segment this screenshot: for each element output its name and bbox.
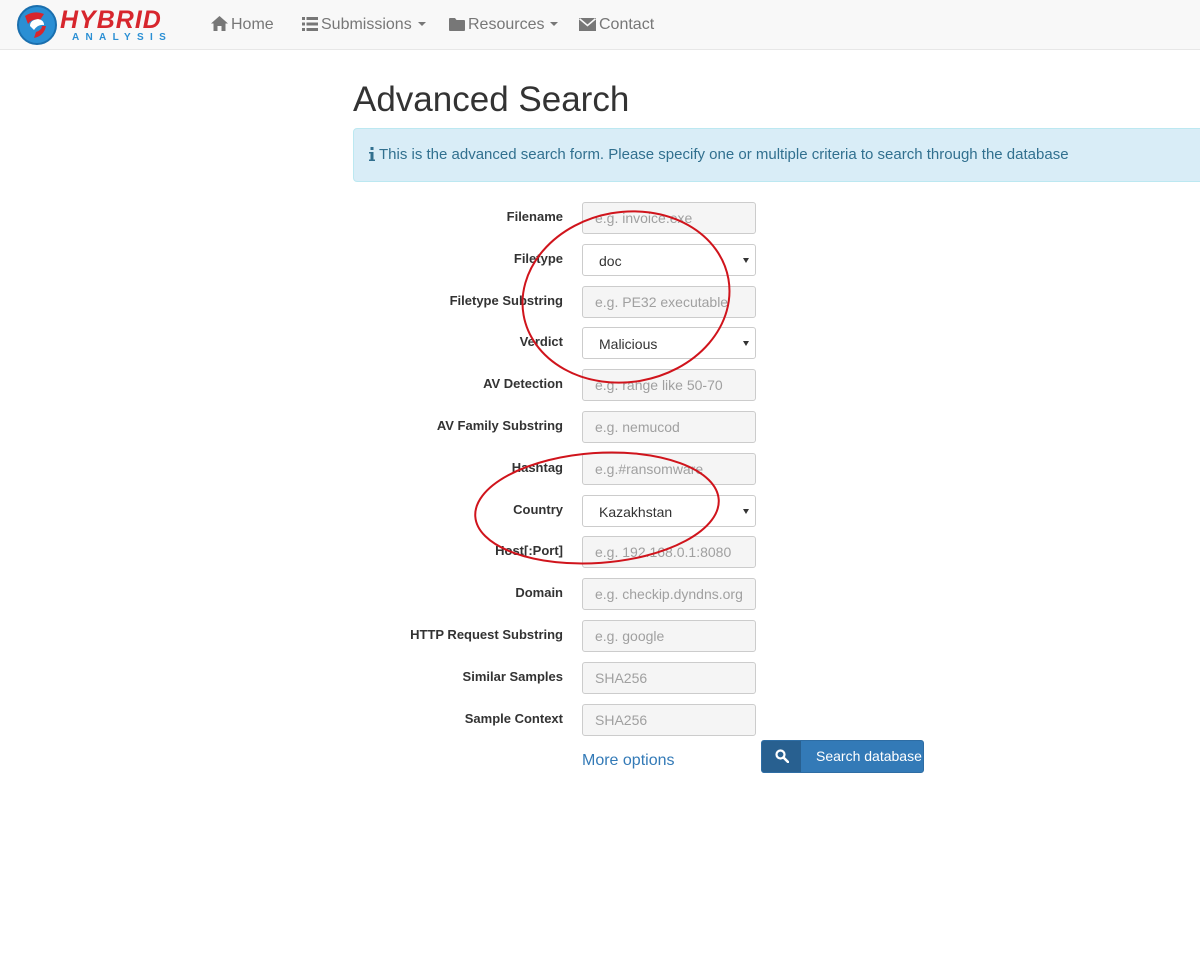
sample-context-label: Sample Context [464,711,563,726]
info-alert: This is the advanced search form. Please… [353,128,1200,182]
nav-submissions[interactable]: Submissions [302,0,426,50]
logo-text-hybrid: HYBRID [60,6,162,34]
nav-home[interactable]: Home [211,0,274,50]
search-button-icon-area [762,741,801,772]
form-row-sample-context: Sample Context [0,704,1200,736]
form-row-similar-samples: Similar Samples [0,662,1200,694]
domain-input[interactable] [582,578,756,610]
filetype-selected-value: doc [599,253,622,269]
country-label: Country [513,502,563,517]
form-row-hashtag: Hashtag [0,453,1200,485]
domain-label: Domain [515,585,563,600]
dropdown-arrow-icon [743,509,749,514]
form-row-av-detection: AV Detection [0,369,1200,401]
av-family-label: AV Family Substring [436,418,563,433]
page-title: Advanced Search [353,80,630,119]
av-detection-label: AV Detection [483,376,563,391]
http-request-label: HTTP Request Substring [410,627,563,642]
country-select[interactable]: Kazakhstan [582,495,756,527]
hybrid-analysis-logo[interactable]: HYBRID ANALYSIS [16,4,184,46]
form-row-http-request: HTTP Request Substring [0,620,1200,652]
host-port-input[interactable] [582,536,756,568]
host-port-label: Host[:Port] [495,543,563,558]
nav-submissions-label: Submissions [321,16,412,33]
chevron-down-icon [417,22,426,26]
form-row-filetype-substring: Filetype Substring [0,286,1200,318]
hashtag-label: Hashtag [511,460,563,475]
info-alert-text: This is the advanced search form. Please… [379,146,1069,163]
http-request-input[interactable] [582,620,756,652]
verdict-select[interactable]: Malicious [582,327,756,359]
search-database-label: Search database [816,748,922,764]
country-selected-value: Kazakhstan [599,504,673,520]
filetype-label: Filetype [513,251,563,266]
sample-context-input[interactable] [582,704,756,736]
form-row-filetype: Filetype doc [0,244,1200,276]
av-detection-input[interactable] [582,369,756,401]
folder-icon [449,18,465,31]
filename-input[interactable] [582,202,756,234]
top-navbar: HYBRID ANALYSIS Home Submissions Resourc… [0,0,1200,50]
filename-label: Filename [506,209,563,224]
form-row-av-family: AV Family Substring [0,411,1200,443]
av-family-input[interactable] [582,411,756,443]
nav-contact-label: Contact [599,16,655,33]
similar-samples-label: Similar Samples [462,669,563,684]
envelope-icon [578,18,597,31]
nav-resources-label: Resources [468,16,545,33]
similar-samples-input[interactable] [582,662,756,694]
info-icon [369,147,375,161]
list-icon [302,17,318,31]
chevron-down-icon [550,22,559,26]
nav-home-label: Home [231,16,274,33]
logo-text-analysis: ANALYSIS [72,32,173,43]
nav-contact[interactable]: Contact [578,0,655,50]
hashtag-input[interactable] [582,453,756,485]
verdict-selected-value: Malicious [599,336,658,352]
form-row-domain: Domain [0,578,1200,610]
filetype-substring-label: Filetype Substring [449,293,563,308]
home-icon [211,16,228,31]
form-row-country: Country Kazakhstan [0,495,1200,527]
more-options-link[interactable]: More options [582,749,675,773]
form-row-verdict: Verdict Malicious [0,327,1200,359]
filetype-substring-input[interactable] [582,286,756,318]
dropdown-arrow-icon [743,341,749,346]
filetype-select[interactable]: doc [582,244,756,276]
search-icon [775,749,789,763]
form-row-host-port: Host[:Port] [0,536,1200,568]
form-row-filename: Filename [0,202,1200,234]
dropdown-arrow-icon [743,258,749,263]
search-database-button[interactable]: Search database [761,740,924,773]
verdict-label: Verdict [519,334,563,349]
nav-resources[interactable]: Resources [449,0,559,50]
globe-logo-icon [17,5,57,45]
